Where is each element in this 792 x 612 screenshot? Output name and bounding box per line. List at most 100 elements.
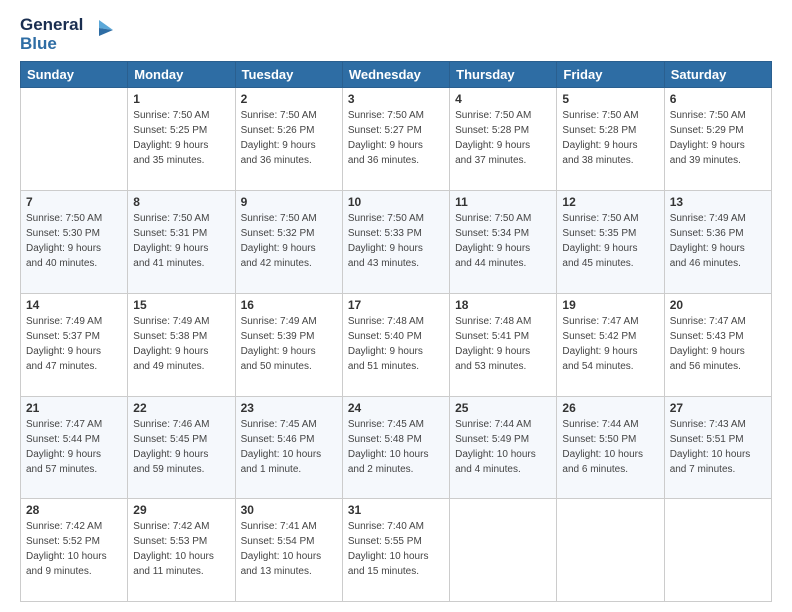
day-info: Sunrise: 7:50 AM Sunset: 5:26 PM Dayligh…: [241, 108, 337, 168]
table-row: 1 Sunrise: 7:50 AM Sunset: 5:25 PM Daylig…: [128, 88, 235, 191]
header: General Blue: [20, 16, 772, 53]
day-info: Sunrise: 7:42 AM Sunset: 5:52 PM Dayligh…: [26, 519, 122, 579]
table-row: 12 Sunrise: 7:50 AM Sunset: 5:35 PM Dayli…: [557, 191, 664, 294]
day-number: 22: [133, 401, 229, 415]
table-row: 19Sunrise: 7:47 AM Sunset: 5:42 PM Dayli…: [557, 293, 664, 396]
day-number: 1: [133, 92, 229, 106]
day-info: Sunrise: 7:45 AM Sunset: 5:46 PM Dayligh…: [241, 417, 337, 477]
day-number: 11: [455, 195, 551, 209]
day-number: 27: [670, 401, 766, 415]
table-row: [557, 499, 664, 602]
day-info: Sunrise: 7:44 AM Sunset: 5:50 PM Dayligh…: [562, 417, 658, 477]
table-row: 10 Sunrise: 7:50 AM Sunset: 5:33 PM Dayli…: [342, 191, 449, 294]
table-row: 9 Sunrise: 7:50 AM Sunset: 5:32 PM Daylig…: [235, 191, 342, 294]
table-row: [21, 88, 128, 191]
table-row: 31 Sunrise: 7:40 AM Sunset: 5:55 PM Dayli…: [342, 499, 449, 602]
table-row: 28 Sunrise: 7:42 AM Sunset: 5:52 PM Dayli…: [21, 499, 128, 602]
logo-text-blue: Blue: [20, 35, 83, 54]
day-info: Sunrise: 7:46 AM Sunset: 5:45 PM Dayligh…: [133, 417, 229, 477]
day-info: Sunrise: 7:49 AM Sunset: 5:36 PM Dayligh…: [670, 211, 766, 271]
col-friday: Friday: [557, 62, 664, 88]
col-monday: Monday: [128, 62, 235, 88]
table-row: 23 Sunrise: 7:45 AM Sunset: 5:46 PM Dayli…: [235, 396, 342, 499]
day-number: 25: [455, 401, 551, 415]
day-number: 30: [241, 503, 337, 517]
day-number: 19: [562, 298, 658, 312]
day-info: Sunrise: 7:48 AM Sunset: 5:40 PM Dayligh…: [348, 314, 444, 374]
col-thursday: Thursday: [450, 62, 557, 88]
day-number: 28: [26, 503, 122, 517]
day-info: Sunrise: 7:50 AM Sunset: 5:33 PM Dayligh…: [348, 211, 444, 271]
table-row: 3 Sunrise: 7:50 AM Sunset: 5:27 PM Daylig…: [342, 88, 449, 191]
day-number: 29: [133, 503, 229, 517]
table-row: 30 Sunrise: 7:41 AM Sunset: 5:54 PM Dayli…: [235, 499, 342, 602]
day-info: Sunrise: 7:40 AM Sunset: 5:55 PM Dayligh…: [348, 519, 444, 579]
logo-text-general: General: [20, 16, 83, 35]
table-row: 5 Sunrise: 7:50 AM Sunset: 5:28 PM Daylig…: [557, 88, 664, 191]
day-info: Sunrise: 7:50 AM Sunset: 5:27 PM Dayligh…: [348, 108, 444, 168]
table-row: 25 Sunrise: 7:44 AM Sunset: 5:49 PM Dayli…: [450, 396, 557, 499]
table-row: 27 Sunrise: 7:43 AM Sunset: 5:51 PM Dayli…: [664, 396, 771, 499]
table-row: 21 Sunrise: 7:47 AM Sunset: 5:44 PM Dayli…: [21, 396, 128, 499]
table-row: 7 Sunrise: 7:50 AM Sunset: 5:30 PM Daylig…: [21, 191, 128, 294]
table-row: 26Sunrise: 7:44 AM Sunset: 5:50 PM Dayli…: [557, 396, 664, 499]
calendar-table: Sunday Monday Tuesday Wednesday Thursday…: [20, 61, 772, 602]
table-row: 24 Sunrise: 7:45 AM Sunset: 5:48 PM Dayli…: [342, 396, 449, 499]
day-number: 23: [241, 401, 337, 415]
day-info: Sunrise: 7:42 AM Sunset: 5:53 PM Dayligh…: [133, 519, 229, 579]
day-number: 14: [26, 298, 122, 312]
page: General Blue Sunday Monday Tuesday Wedne…: [0, 0, 792, 612]
day-number: 12: [562, 195, 658, 209]
day-info: Sunrise: 7:50 AM Sunset: 5:28 PM Dayligh…: [562, 108, 658, 168]
table-row: 22 Sunrise: 7:46 AM Sunset: 5:45 PM Dayli…: [128, 396, 235, 499]
table-row: 29 Sunrise: 7:42 AM Sunset: 5:53 PM Dayli…: [128, 499, 235, 602]
day-info: Sunrise: 7:49 AM Sunset: 5:37 PM Dayligh…: [26, 314, 122, 374]
day-info: Sunrise: 7:41 AM Sunset: 5:54 PM Dayligh…: [241, 519, 337, 579]
col-tuesday: Tuesday: [235, 62, 342, 88]
day-info: Sunrise: 7:50 AM Sunset: 5:29 PM Dayligh…: [670, 108, 766, 168]
col-wednesday: Wednesday: [342, 62, 449, 88]
day-number: 20: [670, 298, 766, 312]
table-row: [450, 499, 557, 602]
day-number: 21: [26, 401, 122, 415]
day-number: 24: [348, 401, 444, 415]
day-number: 18: [455, 298, 551, 312]
day-number: 3: [348, 92, 444, 106]
day-info: Sunrise: 7:49 AM Sunset: 5:39 PM Dayligh…: [241, 314, 337, 374]
day-info: Sunrise: 7:47 AM Sunset: 5:44 PM Dayligh…: [26, 417, 122, 477]
day-number: 5: [562, 92, 658, 106]
table-row: [664, 499, 771, 602]
table-row: 2Sunrise: 7:50 AM Sunset: 5:26 PM Daylig…: [235, 88, 342, 191]
table-row: 11 Sunrise: 7:50 AM Sunset: 5:34 PM Dayli…: [450, 191, 557, 294]
table-row: 13Sunrise: 7:49 AM Sunset: 5:36 PM Dayli…: [664, 191, 771, 294]
table-row: 15Sunrise: 7:49 AM Sunset: 5:38 PM Dayli…: [128, 293, 235, 396]
table-row: 20Sunrise: 7:47 AM Sunset: 5:43 PM Dayli…: [664, 293, 771, 396]
table-row: 4Sunrise: 7:50 AM Sunset: 5:28 PM Daylig…: [450, 88, 557, 191]
day-info: Sunrise: 7:50 AM Sunset: 5:25 PM Dayligh…: [133, 108, 229, 168]
day-info: Sunrise: 7:43 AM Sunset: 5:51 PM Dayligh…: [670, 417, 766, 477]
table-row: 6Sunrise: 7:50 AM Sunset: 5:29 PM Daylig…: [664, 88, 771, 191]
table-row: 14 Sunrise: 7:49 AM Sunset: 5:37 PM Dayli…: [21, 293, 128, 396]
day-info: Sunrise: 7:48 AM Sunset: 5:41 PM Dayligh…: [455, 314, 551, 374]
day-info: Sunrise: 7:44 AM Sunset: 5:49 PM Dayligh…: [455, 417, 551, 477]
day-info: Sunrise: 7:50 AM Sunset: 5:35 PM Dayligh…: [562, 211, 658, 271]
day-number: 9: [241, 195, 337, 209]
day-info: Sunrise: 7:50 AM Sunset: 5:30 PM Dayligh…: [26, 211, 122, 271]
col-sunday: Sunday: [21, 62, 128, 88]
day-info: Sunrise: 7:50 AM Sunset: 5:28 PM Dayligh…: [455, 108, 551, 168]
logo: General Blue: [20, 16, 113, 53]
table-row: 17 Sunrise: 7:48 AM Sunset: 5:40 PM Dayli…: [342, 293, 449, 396]
day-info: Sunrise: 7:50 AM Sunset: 5:34 PM Dayligh…: [455, 211, 551, 271]
day-number: 17: [348, 298, 444, 312]
logo-bird-icon: [85, 16, 113, 44]
day-info: Sunrise: 7:50 AM Sunset: 5:32 PM Dayligh…: [241, 211, 337, 271]
day-number: 10: [348, 195, 444, 209]
day-number: 31: [348, 503, 444, 517]
day-number: 7: [26, 195, 122, 209]
day-number: 8: [133, 195, 229, 209]
day-info: Sunrise: 7:50 AM Sunset: 5:31 PM Dayligh…: [133, 211, 229, 271]
calendar-header-row: Sunday Monday Tuesday Wednesday Thursday…: [21, 62, 772, 88]
table-row: 8 Sunrise: 7:50 AM Sunset: 5:31 PM Daylig…: [128, 191, 235, 294]
day-info: Sunrise: 7:45 AM Sunset: 5:48 PM Dayligh…: [348, 417, 444, 477]
col-saturday: Saturday: [664, 62, 771, 88]
